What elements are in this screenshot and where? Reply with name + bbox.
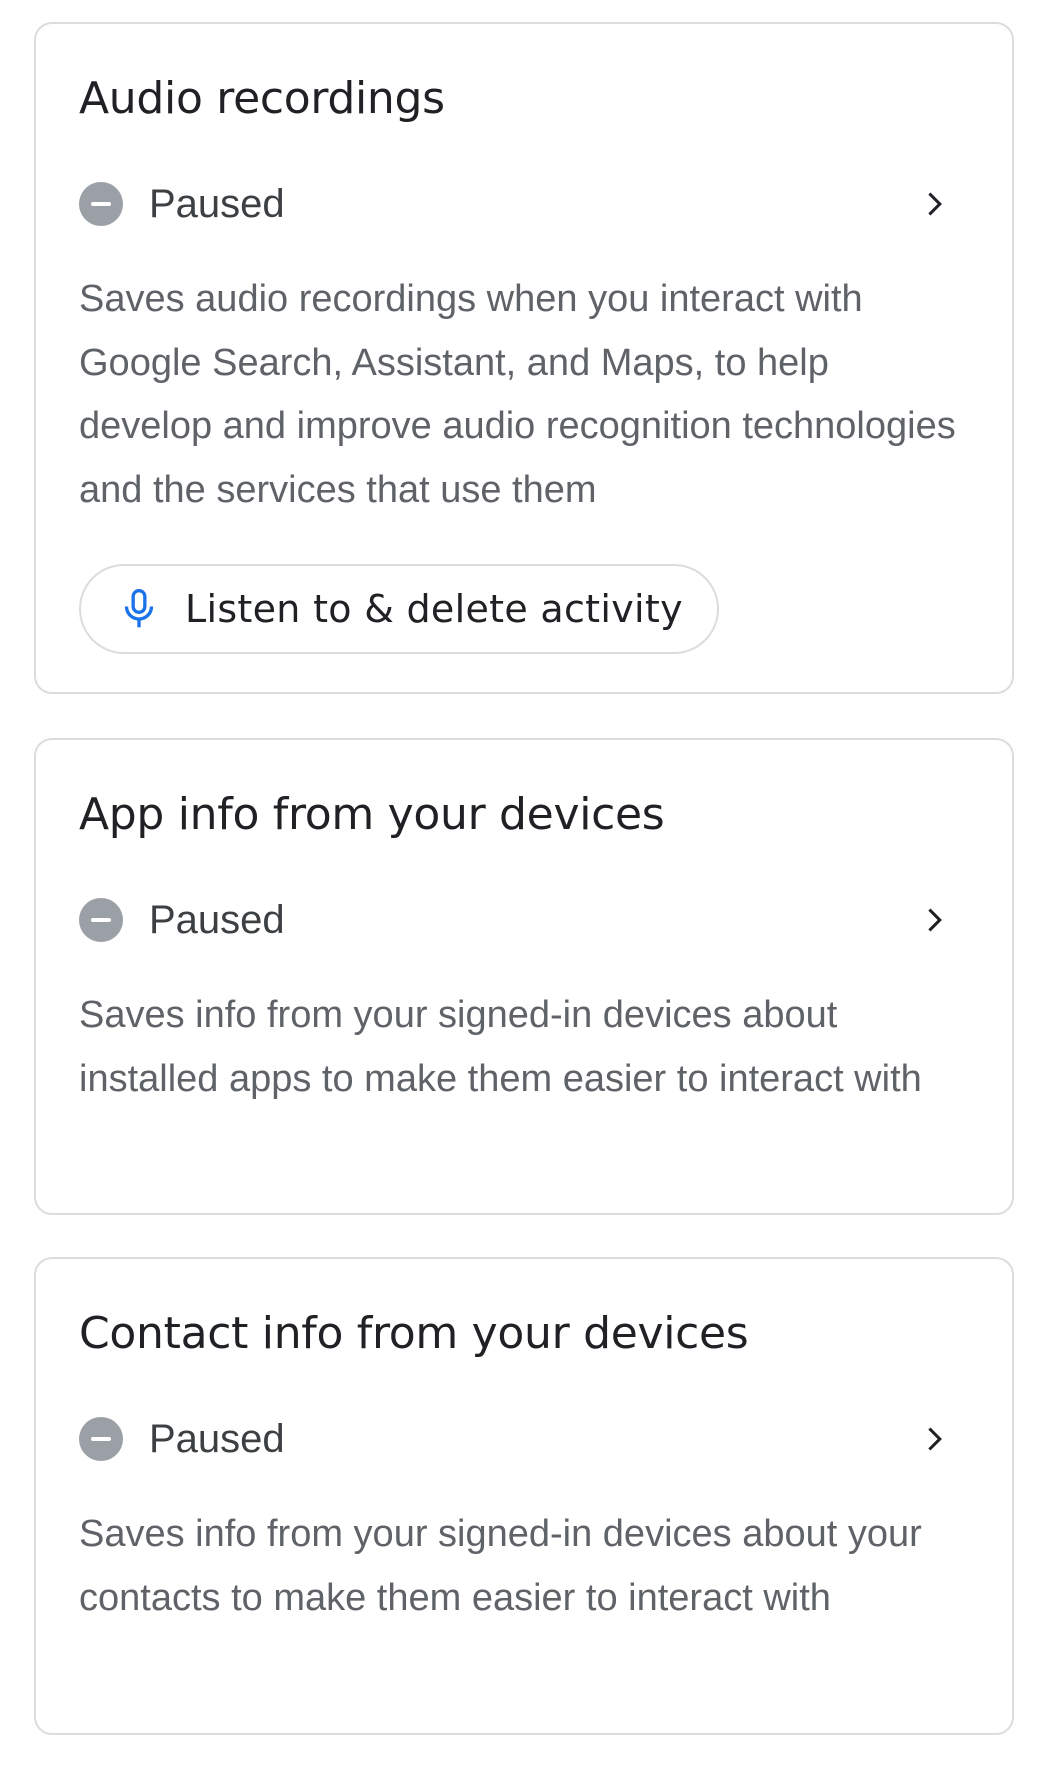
- status-label: Paused: [149, 181, 285, 226]
- chevron-right-icon[interactable]: [919, 904, 951, 936]
- card-title: App info from your devices: [79, 789, 665, 840]
- activity-card-app-info: App info from your devices Paused Saves …: [34, 738, 1014, 1215]
- card-description: Saves info from your signed-in devices a…: [79, 1513, 922, 1619]
- activity-card-audio-recordings: Audio recordings Paused Saves audio reco…: [34, 22, 1014, 694]
- card-description: Saves info from your signed-in devices a…: [79, 994, 922, 1100]
- status-row[interactable]: Paused: [79, 170, 979, 238]
- paused-icon: [79, 1417, 123, 1461]
- mic-icon: [124, 589, 154, 628]
- card-description: Saves audio recordings when you interact…: [79, 278, 956, 511]
- listen-delete-activity-button[interactable]: Listen to & delete activity: [79, 564, 719, 654]
- button-label: Listen to & delete activity: [185, 587, 683, 631]
- status-label: Paused: [149, 1416, 285, 1461]
- paused-icon: [79, 182, 123, 226]
- card-title: Audio recordings: [79, 73, 445, 124]
- status-row[interactable]: Paused: [79, 886, 979, 954]
- activity-card-contact-info: Contact info from your devices Paused Sa…: [34, 1257, 1014, 1735]
- paused-icon: [79, 898, 123, 942]
- status-row[interactable]: Paused: [79, 1405, 979, 1473]
- status-label: Paused: [149, 897, 285, 942]
- card-title: Contact info from your devices: [79, 1308, 749, 1359]
- chevron-right-icon[interactable]: [919, 1423, 951, 1455]
- chevron-right-icon[interactable]: [919, 188, 951, 220]
